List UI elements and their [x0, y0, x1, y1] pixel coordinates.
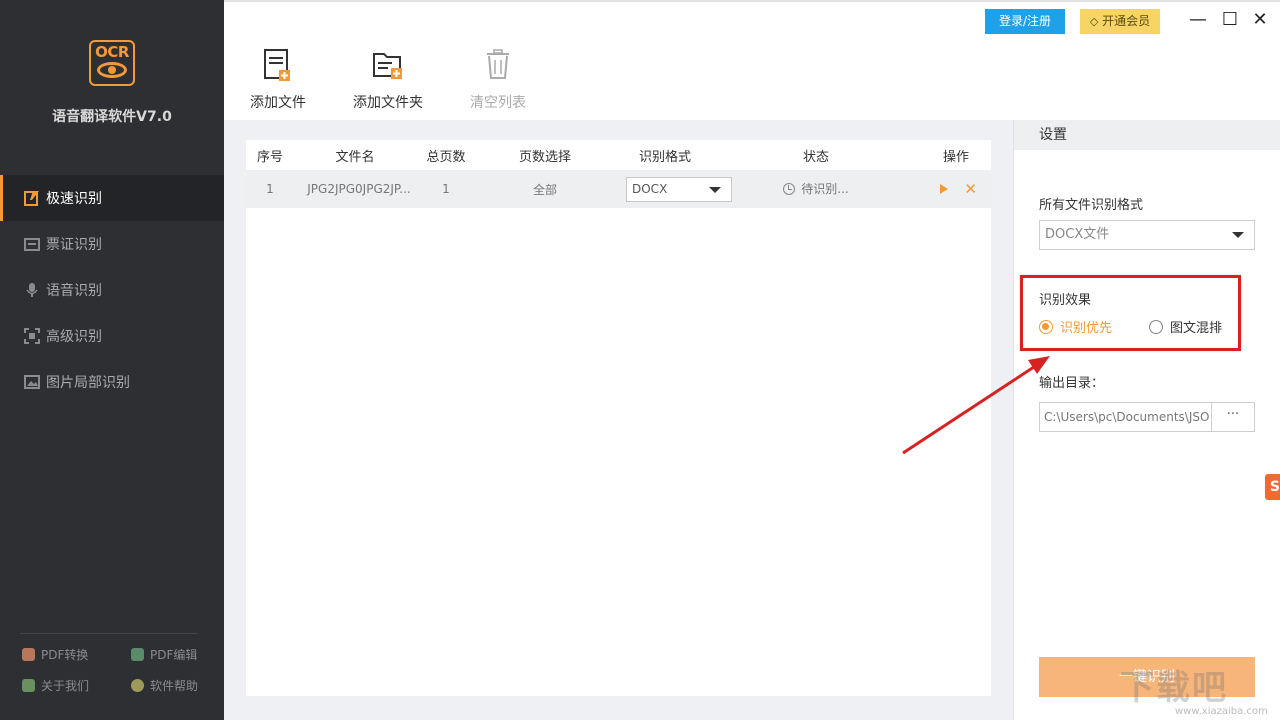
row-page-select[interactable]: 全部: [476, 181, 614, 198]
chat-icon: [22, 679, 35, 692]
diamond-icon: ◇: [1089, 15, 1099, 28]
sidebar-item-fast-recognition[interactable]: 极速识别: [0, 175, 224, 221]
footer-link-label: PDF转换: [41, 648, 89, 662]
add-file-label: 添加文件: [250, 95, 306, 111]
side-float-logo[interactable]: S: [1265, 474, 1280, 500]
add-folder-button[interactable]: 添加文件夹: [353, 48, 423, 112]
table-row[interactable]: 1 JPG2JPG0JPG2JP... 1 全部 DOCX 待识别... ✕: [246, 170, 991, 208]
image-crop-icon: [24, 374, 40, 390]
maximize-button[interactable]: ☐: [1220, 10, 1240, 30]
add-file-button[interactable]: 添加文件: [250, 48, 306, 112]
login-register-button[interactable]: 登录/注册: [985, 9, 1065, 34]
clear-list-button[interactable]: 清空列表: [470, 48, 526, 112]
sidebar-item-label: 票证识别: [46, 237, 102, 253]
footer-link-label: 关于我们: [41, 679, 90, 693]
pdf-convert-link[interactable]: PDF转换: [22, 646, 88, 663]
all-format-select[interactable]: DOCX文件: [1039, 220, 1255, 250]
clear-list-label: 清空列表: [470, 95, 526, 111]
delete-icon[interactable]: ✕: [964, 182, 977, 197]
ocr-logo: OCR: [89, 40, 135, 86]
logo-text: OCR: [95, 43, 129, 61]
row-actions: ✕: [916, 182, 991, 197]
table-header: 序号 文件名 总页数 页数选择 识别格式 状态 操作: [246, 140, 991, 170]
row-status: 待识别...: [801, 182, 849, 197]
pdf-edit-link[interactable]: PDF编辑: [131, 646, 197, 663]
add-file-icon: [262, 48, 294, 84]
caret-down-icon: [1232, 232, 1244, 238]
row-pages: 1: [442, 182, 450, 196]
footer-link-label: PDF编辑: [150, 648, 198, 662]
scan-icon: [24, 328, 40, 344]
pdf-edit-icon: [131, 648, 144, 661]
trash-icon: [482, 48, 514, 84]
output-path-input[interactable]: C:\Users\pc\Documents\JSO: [1039, 402, 1212, 432]
footer-link-label: 软件帮助: [150, 679, 199, 693]
col-status-header: 状态: [802, 149, 829, 165]
sidebar-item-ticket-recognition[interactable]: 票证识别: [0, 221, 224, 267]
watermark-url: www.xiazaiba.com: [1175, 706, 1268, 717]
play-icon[interactable]: [940, 184, 949, 194]
minimize-button[interactable]: —: [1188, 10, 1208, 30]
watermark: 下载吧: [1120, 668, 1228, 708]
sidebar: OCR 语音翻译软件V7.0 极速识别 票证识别 语音识别 高级识别 图片局部识…: [0, 0, 224, 720]
sidebar-nav: 极速识别 票证识别 语音识别 高级识别 图片局部识别: [0, 175, 224, 405]
software-help-link[interactable]: 软件帮助: [131, 677, 198, 694]
row-format-value: DOCX: [632, 181, 668, 196]
open-vip-button[interactable]: ◇ 开通会员: [1080, 9, 1160, 34]
sidebar-item-advanced-recognition[interactable]: 高级识别: [0, 313, 224, 359]
col-format-header: 识别格式: [638, 149, 691, 165]
sidebar-item-label: 极速识别: [46, 191, 102, 207]
add-folder-icon: [372, 48, 404, 84]
microphone-icon: [24, 282, 40, 298]
sidebar-item-image-partial-recognition[interactable]: 图片局部识别: [0, 359, 224, 405]
format-label: 所有文件识别格式: [1039, 198, 1144, 213]
row-filename: JPG2JPG0JPG2JP...: [307, 182, 411, 196]
title-bar: 登录/注册 ◇ 开通会员 — ☐ ✕: [224, 0, 1280, 38]
add-folder-label: 添加文件夹: [353, 95, 423, 111]
pdf-convert-icon: [22, 648, 35, 661]
settings-title: 设置: [1014, 120, 1280, 150]
lightning-edit-icon: [24, 190, 40, 206]
all-format-value: DOCX文件: [1045, 227, 1110, 242]
id-card-icon: [24, 236, 40, 252]
about-us-link[interactable]: 关于我们: [22, 677, 89, 694]
col-index-header: 序号: [256, 149, 283, 165]
caret-down-icon: [709, 186, 721, 193]
help-icon: [131, 679, 144, 692]
col-filename-header: 文件名: [335, 149, 375, 165]
sidebar-divider: [20, 633, 198, 634]
vip-label: 开通会员: [1102, 14, 1151, 28]
col-actions-header: 操作: [942, 149, 969, 165]
sidebar-item-label: 图片局部识别: [46, 375, 130, 391]
file-table: 序号 文件名 总页数 页数选择 识别格式 状态 操作 1 JPG2JPG0JPG…: [246, 140, 991, 696]
clock-icon: [783, 182, 796, 195]
app-name: 语音翻译软件V7.0: [52, 109, 172, 125]
eye-icon: [97, 62, 127, 78]
row-status-cell: 待识别...: [716, 180, 916, 198]
row-format-select[interactable]: DOCX: [626, 176, 732, 202]
sidebar-item-label: 语音识别: [46, 283, 102, 299]
col-pages-header: 总页数: [426, 149, 466, 165]
output-label: 输出目录：: [1039, 376, 1105, 391]
close-button[interactable]: ✕: [1250, 10, 1270, 30]
browse-button[interactable]: ···: [1211, 402, 1255, 432]
col-page-select-header: 页数选择: [518, 149, 571, 165]
settings-panel: 设置 所有文件识别格式 DOCX文件 识别效果 识别优先 图文混排 输出目录： …: [1013, 120, 1280, 720]
highlight-annotation-box: [1020, 275, 1241, 351]
sidebar-item-voice-recognition[interactable]: 语音识别: [0, 267, 224, 313]
row-format-cell: DOCX: [614, 176, 732, 202]
row-index: 1: [266, 182, 274, 196]
toolbar: 添加文件 添加文件夹 清空列表: [224, 38, 1280, 120]
sidebar-item-label: 高级识别: [46, 329, 102, 345]
